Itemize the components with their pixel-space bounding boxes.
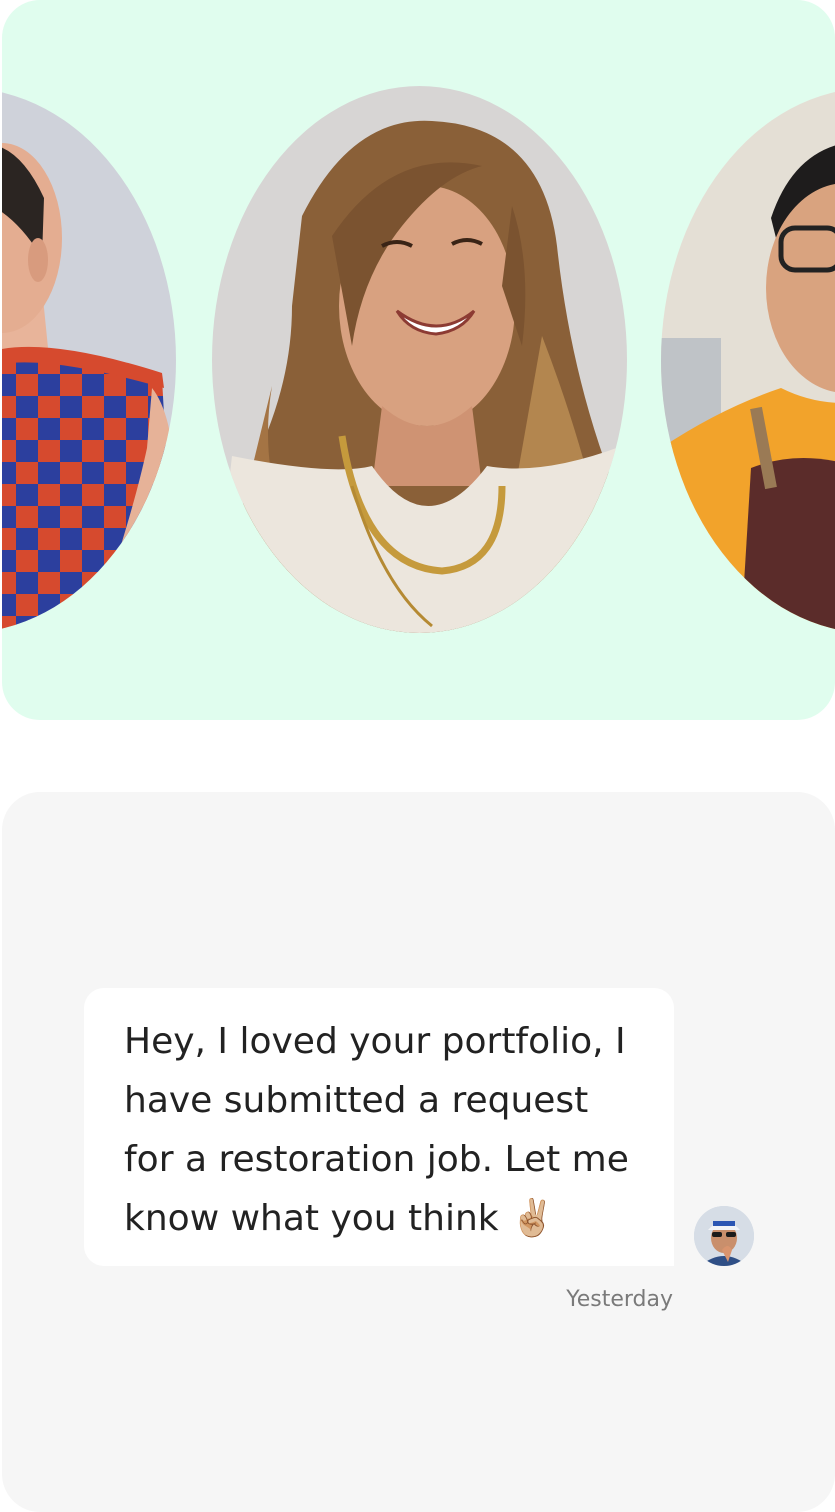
portrait-man-apron[interactable] xyxy=(661,88,835,633)
portrait-smiling-woman[interactable] xyxy=(212,86,627,633)
portrait-carousel xyxy=(2,0,835,720)
sender-avatar[interactable] xyxy=(694,1206,754,1266)
chat-panel: Hey, I loved your portfolio, I have subm… xyxy=(2,792,835,1512)
message-text: Hey, I loved your portfolio, I have subm… xyxy=(124,1021,629,1239)
message-timestamp: Yesterday xyxy=(566,1287,673,1312)
message-bubble[interactable]: Hey, I loved your portfolio, I have subm… xyxy=(84,988,674,1266)
page: Hey, I loved your portfolio, I have subm… xyxy=(0,0,835,1512)
portrait-checkered-top[interactable] xyxy=(2,88,176,633)
